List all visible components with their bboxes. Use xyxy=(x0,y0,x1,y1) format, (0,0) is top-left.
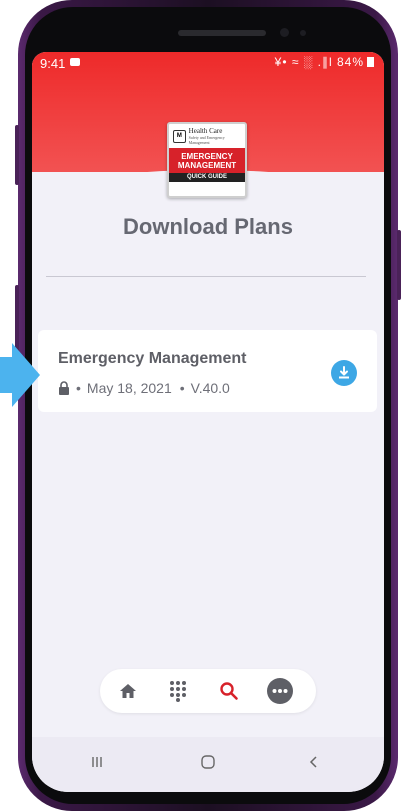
front-camera xyxy=(280,28,289,37)
tab-home[interactable] xyxy=(114,677,142,705)
logo-header: M Health Care Safety and Emergency Manag… xyxy=(169,124,245,148)
bottom-tab-bar xyxy=(100,669,316,713)
system-nav-bar xyxy=(32,737,384,792)
logo-org-subtitle: Safety and Emergency Management xyxy=(188,134,225,145)
logo-org: Health Care Safety and Emergency Managem… xyxy=(188,126,245,145)
keypad-icon xyxy=(170,681,186,702)
signal-icons: ¥• ≈ ░ .∥l xyxy=(274,55,333,69)
power-button xyxy=(397,230,401,300)
search-icon xyxy=(220,682,238,700)
more-icon xyxy=(267,678,293,704)
app-screen: 9:41 ¥• ≈ ░ .∥l 84% M Health Care Safety… xyxy=(32,52,384,792)
back-button[interactable] xyxy=(294,747,334,777)
logo-title-line2: MANAGEMENT xyxy=(177,161,237,170)
home-button[interactable] xyxy=(188,747,228,777)
logo-title-line1: EMERGENCY xyxy=(181,152,233,161)
message-icon xyxy=(70,58,80,66)
plan-card[interactable]: Emergency Management • May 18, 2021 • V.… xyxy=(38,330,377,412)
recent-apps-icon xyxy=(92,757,102,767)
tab-search[interactable] xyxy=(215,677,243,705)
logo-org-name: Health Care xyxy=(188,126,223,135)
logo-title: EMERGENCY MANAGEMENT xyxy=(169,148,245,173)
earpiece-speaker xyxy=(178,30,266,36)
tab-more[interactable] xyxy=(266,677,294,705)
logo-footer: QUICK GUIDE xyxy=(169,173,245,182)
recent-apps-button[interactable] xyxy=(77,747,117,777)
meta-separator: • xyxy=(76,380,81,396)
meta-separator: • xyxy=(179,380,185,396)
back-icon xyxy=(309,756,317,768)
plan-version: V.40.0 xyxy=(190,380,230,396)
download-button[interactable] xyxy=(331,360,357,386)
status-icons: ¥• ≈ ░ .∥l 84% xyxy=(275,55,374,69)
home-button-icon xyxy=(201,755,215,769)
plan-date: May 18, 2021 xyxy=(86,380,172,396)
download-icon xyxy=(339,366,349,379)
battery-level: 84% xyxy=(336,55,364,69)
status-bar: 9:41 ¥• ≈ ░ .∥l 84% xyxy=(32,52,384,74)
home-icon xyxy=(120,684,136,698)
divider xyxy=(46,276,366,277)
app-logo: M Health Care Safety and Emergency Manag… xyxy=(167,122,247,198)
battery-icon xyxy=(367,57,374,67)
status-time: 9:41 xyxy=(40,56,66,71)
seal-icon: M xyxy=(173,129,186,143)
page-title: Download Plans xyxy=(123,214,293,239)
volume-button xyxy=(15,125,19,185)
sensor xyxy=(300,30,306,36)
plan-meta: • May 18, 2021 • V.40.0 xyxy=(58,380,230,396)
plan-name: Emergency Management xyxy=(58,350,247,367)
lock-icon xyxy=(59,381,69,395)
pointer-arrow-icon xyxy=(0,343,40,407)
tab-keypad[interactable] xyxy=(164,677,192,705)
